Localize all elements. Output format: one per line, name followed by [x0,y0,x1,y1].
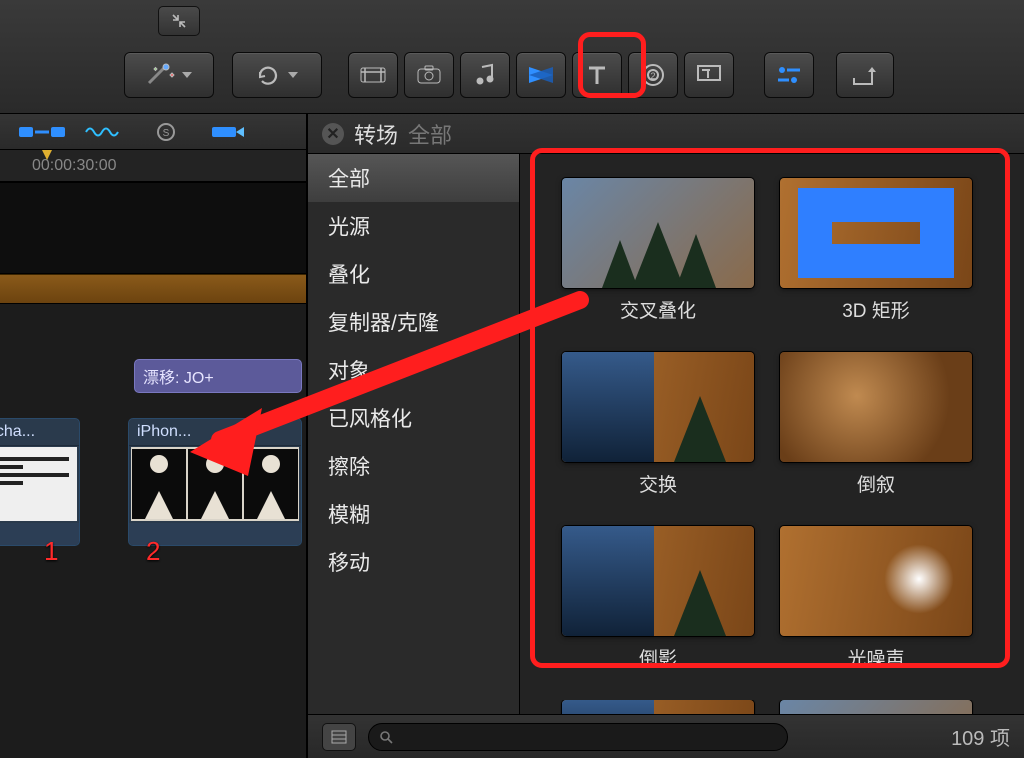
caret-down-icon [182,72,192,78]
category-list: 全部 光源 叠化 复制器/克隆 对象 已风格化 擦除 模糊 移动 [308,154,520,714]
category-item[interactable]: 叠化 [308,250,519,298]
browser-footer: 109 项 [308,714,1024,758]
svg-text:2: 2 [650,71,655,81]
transition-item[interactable]: 倒影 [560,526,756,696]
transition-label: 倒影 [639,644,677,671]
category-item[interactable]: 已风格化 [308,394,519,442]
timeline-clip-2[interactable]: iPhon... [128,418,302,546]
timeline-index-tabs: S [0,114,306,150]
transition-item[interactable]: 交叉叠化 [560,178,756,348]
titles-button[interactable] [572,52,622,98]
transition-thumbnail [780,526,972,636]
transition-label: 倒叙 [857,470,895,497]
search-input[interactable] [368,723,788,751]
category-item[interactable]: 全部 [308,154,519,202]
category-item[interactable]: 复制器/克隆 [308,298,519,346]
transition-thumbnail [562,352,754,462]
list-view-button[interactable] [322,723,356,751]
timeline-clip-1[interactable]: echa... [0,418,80,546]
browser-title: 转场 [354,118,398,150]
collapse-button[interactable] [158,6,200,36]
transition-label: 交换 [639,470,677,497]
transition-thumbnail [780,178,972,288]
category-item[interactable]: 模糊 [308,490,519,538]
clips-index-tab[interactable] [18,120,66,144]
music-button[interactable] [460,52,510,98]
caret-down-icon [288,72,298,78]
annotation-number-1: 1 [44,536,58,567]
transition-item[interactable]: 交换 [560,352,756,522]
inspector-button[interactable] [764,52,814,98]
transition-thumbnail [780,700,972,714]
category-item[interactable]: 光源 [308,202,519,250]
tags-index-tab[interactable] [204,120,252,144]
transition-label: 3D 矩形 [842,296,910,323]
item-count: 109 项 [951,722,1010,751]
category-item[interactable]: 擦除 [308,442,519,490]
enhance-menu[interactable] [124,52,214,98]
audio-index-tab[interactable] [80,120,128,144]
browser-pane: ✕ 转场 全部 全部 光源 叠化 复制器/克隆 对象 已风格化 擦除 模糊 移动… [307,114,1024,758]
transitions-grid: 交叉叠化 3D 矩形 交换 倒叙 倒影 光噪声 [520,154,1024,714]
transition-item[interactable]: 倒叙 [778,352,974,522]
transitions-button[interactable] [516,52,566,98]
transition-label: 光噪声 [847,644,904,671]
transition-item[interactable]: 光噪声 [778,526,974,696]
top-toolbar: 2 [0,0,1024,114]
generators-button[interactable]: 2 [628,52,678,98]
transition-thumbnail [562,700,754,714]
browser-breadcrumb[interactable]: 全部 [408,118,452,150]
media-import-button[interactable] [348,52,398,98]
category-item[interactable]: 对象 [308,346,519,394]
svg-text:S: S [163,128,170,139]
effect-clip-title: 漂移: JO+ [135,360,301,392]
transition-item[interactable] [560,700,756,714]
effect-clip[interactable]: 漂移: JO+ [134,359,302,393]
retime-menu[interactable] [232,52,322,98]
transition-item[interactable] [778,700,974,714]
photos-button[interactable] [404,52,454,98]
timeline-pane: S 00:00:30:00 漂移: JO+ echa... 1 iPhon...… [0,114,307,758]
transition-thumbnail [562,178,754,288]
clip-title: echa... [0,419,79,446]
clip-thumbnail [0,447,77,521]
share-button[interactable] [836,52,894,98]
transition-thumbnail [562,526,754,636]
search-icon [379,730,393,744]
clip-thumbnail [131,447,299,521]
browser-header: ✕ 转场 全部 [308,114,1024,154]
transition-item[interactable]: 3D 矩形 [778,178,974,348]
playhead-icon[interactable] [40,150,54,164]
annotation-number-2: 2 [146,536,160,567]
video-track[interactable] [0,182,306,274]
clip-title: iPhon... [129,419,301,446]
category-item[interactable]: 移动 [308,538,519,586]
transition-thumbnail [780,352,972,462]
transition-label: 交叉叠化 [620,296,696,323]
roles-index-tab[interactable]: S [142,120,190,144]
close-icon[interactable]: ✕ [322,123,344,145]
audio-track[interactable] [0,274,306,304]
themes-button[interactable] [684,52,734,98]
